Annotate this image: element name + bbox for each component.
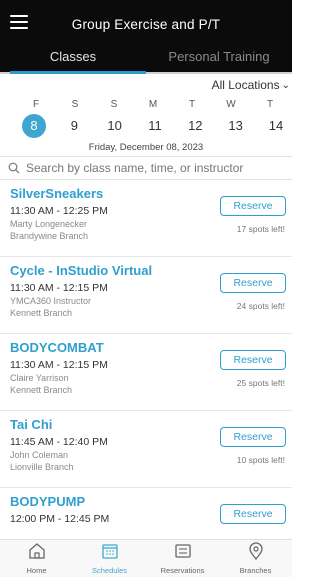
weekday-label: M xyxy=(148,98,158,110)
reserve-button[interactable]: Reserve xyxy=(220,504,286,524)
spots-left: 24 spots left! xyxy=(236,301,285,311)
date-item[interactable]: 12 xyxy=(183,114,207,138)
class-item[interactable]: Cycle - InStudio Virtual 11:30 AM - 12:1… xyxy=(0,257,292,334)
class-item[interactable]: BODYCOMBAT 11:30 AM - 12:15 PM Claire Ya… xyxy=(0,334,292,411)
weekday-row: F S S M T W T xyxy=(0,96,292,112)
menu-icon[interactable] xyxy=(10,15,28,29)
weekday-label: F xyxy=(32,98,40,110)
class-list: SilverSneakers 11:30 AM - 12:25 PM Marty… xyxy=(0,180,292,565)
weekday-label: T xyxy=(266,98,274,110)
reserve-button[interactable]: Reserve xyxy=(220,427,286,447)
nav-label: Reservations xyxy=(160,566,205,575)
reserve-button[interactable]: Reserve xyxy=(220,273,286,293)
weekday-label: T xyxy=(188,98,196,110)
nav-reservations[interactable]: Reservations xyxy=(153,542,213,575)
reserve-button[interactable]: Reserve xyxy=(220,350,286,370)
bottom-nav: Home Schedules Reservations Branches xyxy=(0,539,292,577)
nav-home[interactable]: Home xyxy=(7,542,67,575)
date-item[interactable]: 13 xyxy=(224,114,248,138)
spots-left: 10 spots left! xyxy=(236,455,285,465)
class-item[interactable]: SilverSneakers 11:30 AM - 12:25 PM Marty… xyxy=(0,180,292,257)
date-item-selected[interactable]: 8 xyxy=(22,114,46,138)
date-item[interactable]: 14 xyxy=(264,114,288,138)
date-item[interactable]: 10 xyxy=(103,114,127,138)
nav-label: Home xyxy=(26,566,47,575)
spots-left: 17 spots left! xyxy=(236,224,285,234)
reserve-button[interactable]: Reserve xyxy=(220,196,286,216)
tab-personal-training[interactable]: Personal Training xyxy=(146,48,292,72)
nav-schedules[interactable]: Schedules xyxy=(80,542,140,575)
spots-left: 25 spots left! xyxy=(236,378,285,388)
chevron-down-icon: ⌄ xyxy=(281,79,290,91)
class-item[interactable]: Tai Chi 11:45 AM - 12:40 PM John Coleman… xyxy=(0,411,292,488)
weekday-label: S xyxy=(71,98,79,110)
header-title: Group Exercise and P/T xyxy=(71,16,221,32)
search-input[interactable]: Search by class name, time, or instructo… xyxy=(26,161,243,175)
app-header: Group Exercise and P/T xyxy=(0,0,292,48)
tab-classes[interactable]: Classes xyxy=(0,48,146,74)
date-row: 8 9 10 11 12 13 14 xyxy=(0,112,292,140)
location-filter[interactable]: All Locations ⌄ xyxy=(0,74,292,96)
home-icon xyxy=(28,543,45,559)
location-pin-icon xyxy=(248,542,263,561)
reservation-icon xyxy=(174,544,191,558)
selected-date-label: Friday, December 08, 2023 xyxy=(88,142,204,153)
nav-label: Branches xyxy=(239,566,272,575)
weekday-label: W xyxy=(226,98,236,110)
tab-bar: Classes Personal Training xyxy=(0,48,292,74)
nav-branches[interactable]: Branches xyxy=(226,542,286,575)
date-item[interactable]: 11 xyxy=(143,114,167,138)
search-icon xyxy=(8,162,20,174)
weekday-label: S xyxy=(110,98,118,110)
search-bar[interactable]: Search by class name, time, or instructo… xyxy=(0,156,292,180)
calendar-icon xyxy=(101,544,118,559)
location-filter-label: All Locations xyxy=(211,78,280,92)
nav-label: Schedules xyxy=(91,566,128,575)
date-item[interactable]: 9 xyxy=(62,114,86,138)
